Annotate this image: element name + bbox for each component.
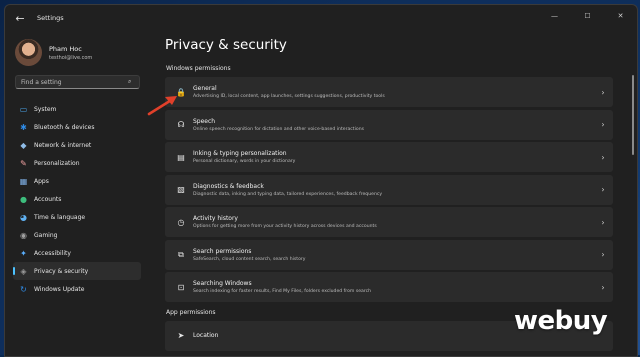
- chevron-right-icon: ›: [601, 152, 605, 162]
- sidebar-item-label: Personalization: [34, 159, 80, 167]
- globe-clock-icon: ◕: [20, 212, 27, 222]
- chevron-right-icon: ›: [601, 250, 605, 259]
- sidebar-item-windows-update[interactable]: ↻ Windows Update: [13, 280, 141, 298]
- page-title: Privacy & security: [165, 37, 287, 53]
- chevron-right-icon: ›: [601, 217, 605, 227]
- settings-window: ← Settings — ☐ ✕ Pham Hoc testhoi@live.c…: [4, 4, 638, 357]
- chevron-right-icon: ›: [601, 185, 605, 194]
- sidebar-item-accessibility[interactable]: ✦ Accessibility: [13, 244, 141, 262]
- card-title: Inking & typing personalization: [193, 150, 287, 157]
- section-title: App permissions: [166, 308, 216, 316]
- card-description: Personal dictionary, words in your dicti…: [193, 159, 296, 164]
- chevron-right-icon: ›: [601, 282, 605, 292]
- back-arrow-icon[interactable]: ←: [9, 7, 31, 29]
- sidebar-item-label: Time & language: [34, 213, 86, 221]
- history-icon: ◷: [177, 217, 185, 227]
- chart-icon: ▧: [177, 185, 185, 194]
- sidebar-item-label: System: [34, 105, 57, 113]
- card-description: Advertising ID, local content, app launc…: [193, 94, 385, 99]
- sidebar-item-personalization[interactable]: ✎ Personalization: [13, 154, 141, 172]
- settings-card-activity-history[interactable]: ◷ Activity history Options for getting mor…: [165, 207, 613, 237]
- search-window-icon: ⧉: [178, 249, 184, 259]
- search-icon[interactable]: ⌕: [128, 78, 131, 86]
- settings-card-search-permissions[interactable]: ⧉ Search permissions SafeSearch, cloud con…: [165, 239, 613, 270]
- sidebar-item-privacy-security[interactable]: ◈ Privacy & security: [13, 262, 141, 280]
- card-description: SafeSearch, cloud content search, search…: [193, 256, 306, 262]
- sidebar-item-label: Privacy & security: [34, 267, 89, 275]
- settings-card-searching-windows[interactable]: ⊡ Searching Windows Search indexing for fa…: [165, 272, 613, 302]
- sidebar-item-label: Accessibility: [34, 249, 71, 257]
- sidebar-item-system[interactable]: ▭ System: [13, 100, 141, 118]
- search-folder-icon: ⊡: [177, 282, 185, 292]
- accessibility-icon: ✦: [20, 248, 27, 258]
- sidebar-item-accounts[interactable]: ● Accounts: [13, 190, 141, 208]
- sidebar-item-bluetooth-devices[interactable]: ✱ Bluetooth & devices: [13, 118, 141, 136]
- red-arrow-annotation: [147, 96, 177, 116]
- card-description: Diagnostic data, inking and typing data,…: [193, 191, 383, 197]
- search-box[interactable]: ⌕: [15, 75, 140, 89]
- wifi-icon: ◆: [20, 140, 27, 150]
- card-text: Activity history Options for getting more…: [193, 215, 593, 229]
- bluetooth-icon: ✱: [20, 122, 27, 132]
- update-icon: ↻: [20, 284, 27, 294]
- minimize-icon[interactable]: —: [538, 5, 571, 27]
- webuy-watermark-logo: webuy: [514, 306, 608, 336]
- sidebar-nav: ▭ System ✱ Bluetooth & devices ◆ Network & in…: [13, 100, 141, 298]
- speech-icon: ☊: [177, 120, 185, 129]
- profile-name: Pham Hoc: [49, 44, 82, 53]
- close-icon[interactable]: ✕: [604, 5, 637, 27]
- title-bar: ← Settings — ☐ ✕: [5, 5, 637, 31]
- avatar: [15, 39, 42, 66]
- sidebar-item-label: Bluetooth & devices: [34, 123, 95, 131]
- search-input[interactable]: [16, 77, 128, 87]
- card-text: Diagnostics & feedback Diagnostic data, i…: [193, 183, 593, 197]
- settings-card-speech[interactable]: ☊ Speech Online speech recognition for dic…: [165, 109, 613, 140]
- chevron-right-icon: ›: [601, 120, 605, 129]
- location-icon: ➤: [177, 331, 185, 340]
- window-controls: — ☐ ✕: [538, 5, 637, 31]
- sidebar-item-label: Network & internet: [34, 141, 92, 149]
- card-text: Inking & typing personalization Personal …: [193, 150, 593, 164]
- card-description: Search indexing for faster results, Find…: [193, 289, 372, 294]
- sidebar-item-network-internet[interactable]: ◆ Network & internet: [13, 136, 141, 154]
- sidebar-item-apps[interactable]: ▦ Apps: [13, 172, 141, 190]
- card-description: Options for getting more from your activ…: [193, 224, 377, 229]
- sidebar-item-label: Windows Update: [34, 285, 85, 293]
- monitor-icon: ▭: [19, 104, 28, 114]
- shield-icon: ◈: [20, 266, 27, 276]
- sidebar-item-gaming[interactable]: ◉ Gaming: [13, 226, 141, 244]
- chevron-right-icon: ›: [601, 87, 605, 97]
- sidebar-item-label: Accounts: [34, 195, 62, 203]
- person-icon: ●: [20, 194, 27, 204]
- apps-icon: ▦: [19, 176, 28, 186]
- card-title: Speech: [193, 117, 216, 125]
- card-text: Search permissions SafeSearch, cloud cont…: [193, 248, 593, 262]
- user-profile[interactable]: Pham Hoc testhoi@live.com: [15, 39, 92, 66]
- card-title: General: [193, 85, 217, 92]
- sidebar-item-time-language[interactable]: ◕ Time & language: [13, 208, 141, 226]
- card-title: Searching Windows: [193, 280, 252, 287]
- card-text: General Advertising ID, local content, ap…: [193, 85, 593, 99]
- notebook-icon: ▤: [177, 152, 185, 162]
- sidebar-item-label: Gaming: [34, 231, 58, 239]
- card-text: Searching Windows Search indexing for fas…: [193, 280, 593, 294]
- settings-card-diagnostics-feedback[interactable]: ▧ Diagnostics & feedback Diagnostic data, …: [165, 174, 613, 205]
- profile-email: testhoi@live.com: [49, 54, 93, 61]
- card-title: Activity history: [193, 215, 238, 222]
- app-title: Settings: [37, 14, 64, 22]
- sidebar: Pham Hoc testhoi@live.com ⌕ ▭ System ✱ Blue…: [5, 31, 153, 356]
- profile-text: Pham Hoc testhoi@live.com: [49, 45, 92, 61]
- maximize-icon[interactable]: ☐: [571, 5, 604, 27]
- brush-icon: ✎: [20, 158, 27, 168]
- scrollbar[interactable]: [632, 75, 634, 155]
- card-title: Search permissions: [193, 247, 252, 255]
- section-title: Windows permissions: [166, 65, 231, 72]
- sidebar-item-label: Apps: [34, 177, 49, 185]
- card-text: Speech Online speech recognition for dict…: [193, 118, 593, 132]
- card-title: Diagnostics & feedback: [193, 182, 264, 190]
- card-description: Online speech recognition for dictation …: [193, 126, 365, 132]
- settings-card-inking-typing-personalization[interactable]: ▤ Inking & typing personalization Personal…: [165, 142, 613, 172]
- controller-icon: ◉: [20, 230, 27, 240]
- settings-card-general[interactable]: 🔒 General Advertising ID, local content, a…: [165, 77, 613, 107]
